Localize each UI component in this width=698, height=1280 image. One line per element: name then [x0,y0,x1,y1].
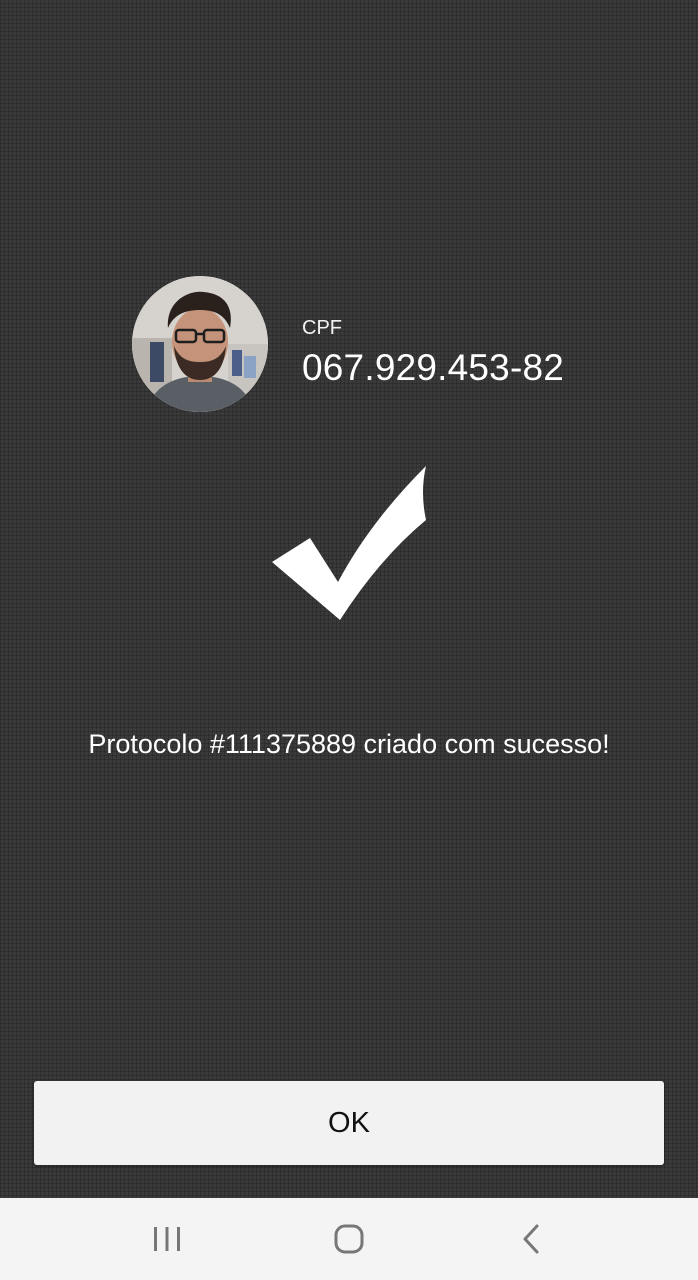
checkmark-icon [272,466,426,620]
back-button[interactable] [471,1198,591,1280]
recent-apps-button[interactable] [107,1198,227,1280]
user-photo [132,276,268,412]
success-screen: CPF 067.929.453-82 Protocolo #111375889 … [0,0,698,1280]
cpf-value: 067.929.453-82 [302,347,565,388]
cpf-info: CPF 067.929.453-82 [302,316,564,390]
ok-button[interactable]: OK [34,1081,664,1165]
recent-apps-icon [154,1227,180,1251]
back-icon [523,1224,539,1254]
system-navigation-bar [0,1198,698,1280]
home-icon [334,1224,364,1254]
avatar [132,276,268,412]
success-message: Protocolo #111375889 criado com sucesso! [88,729,610,759]
cpf-label: CPF [302,317,342,339]
home-button[interactable] [289,1198,409,1280]
